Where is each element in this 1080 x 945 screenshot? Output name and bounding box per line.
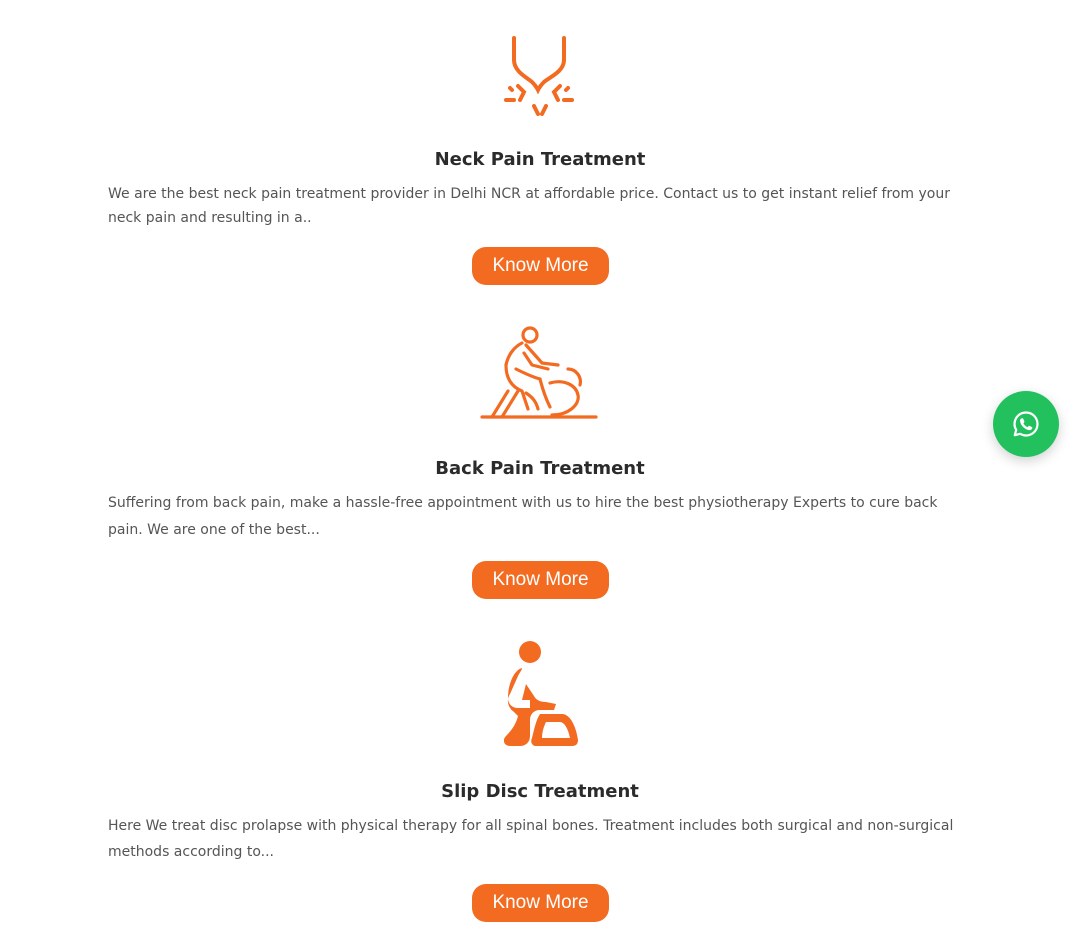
- whatsapp-button[interactable]: [993, 391, 1059, 457]
- know-more-button[interactable]: Know More: [472, 884, 609, 922]
- service-card-slip-disc: Slip Disc Treatment Here We treat disc p…: [108, 0, 972, 930]
- services-page: Neck Pain Treatment We are the best neck…: [0, 0, 1080, 945]
- whatsapp-icon: [1013, 411, 1039, 437]
- slip-disc-icon: [503, 641, 578, 746]
- service-title: Slip Disc Treatment: [441, 781, 639, 802]
- service-description: Here We treat disc prolapse with physica…: [108, 818, 954, 860]
